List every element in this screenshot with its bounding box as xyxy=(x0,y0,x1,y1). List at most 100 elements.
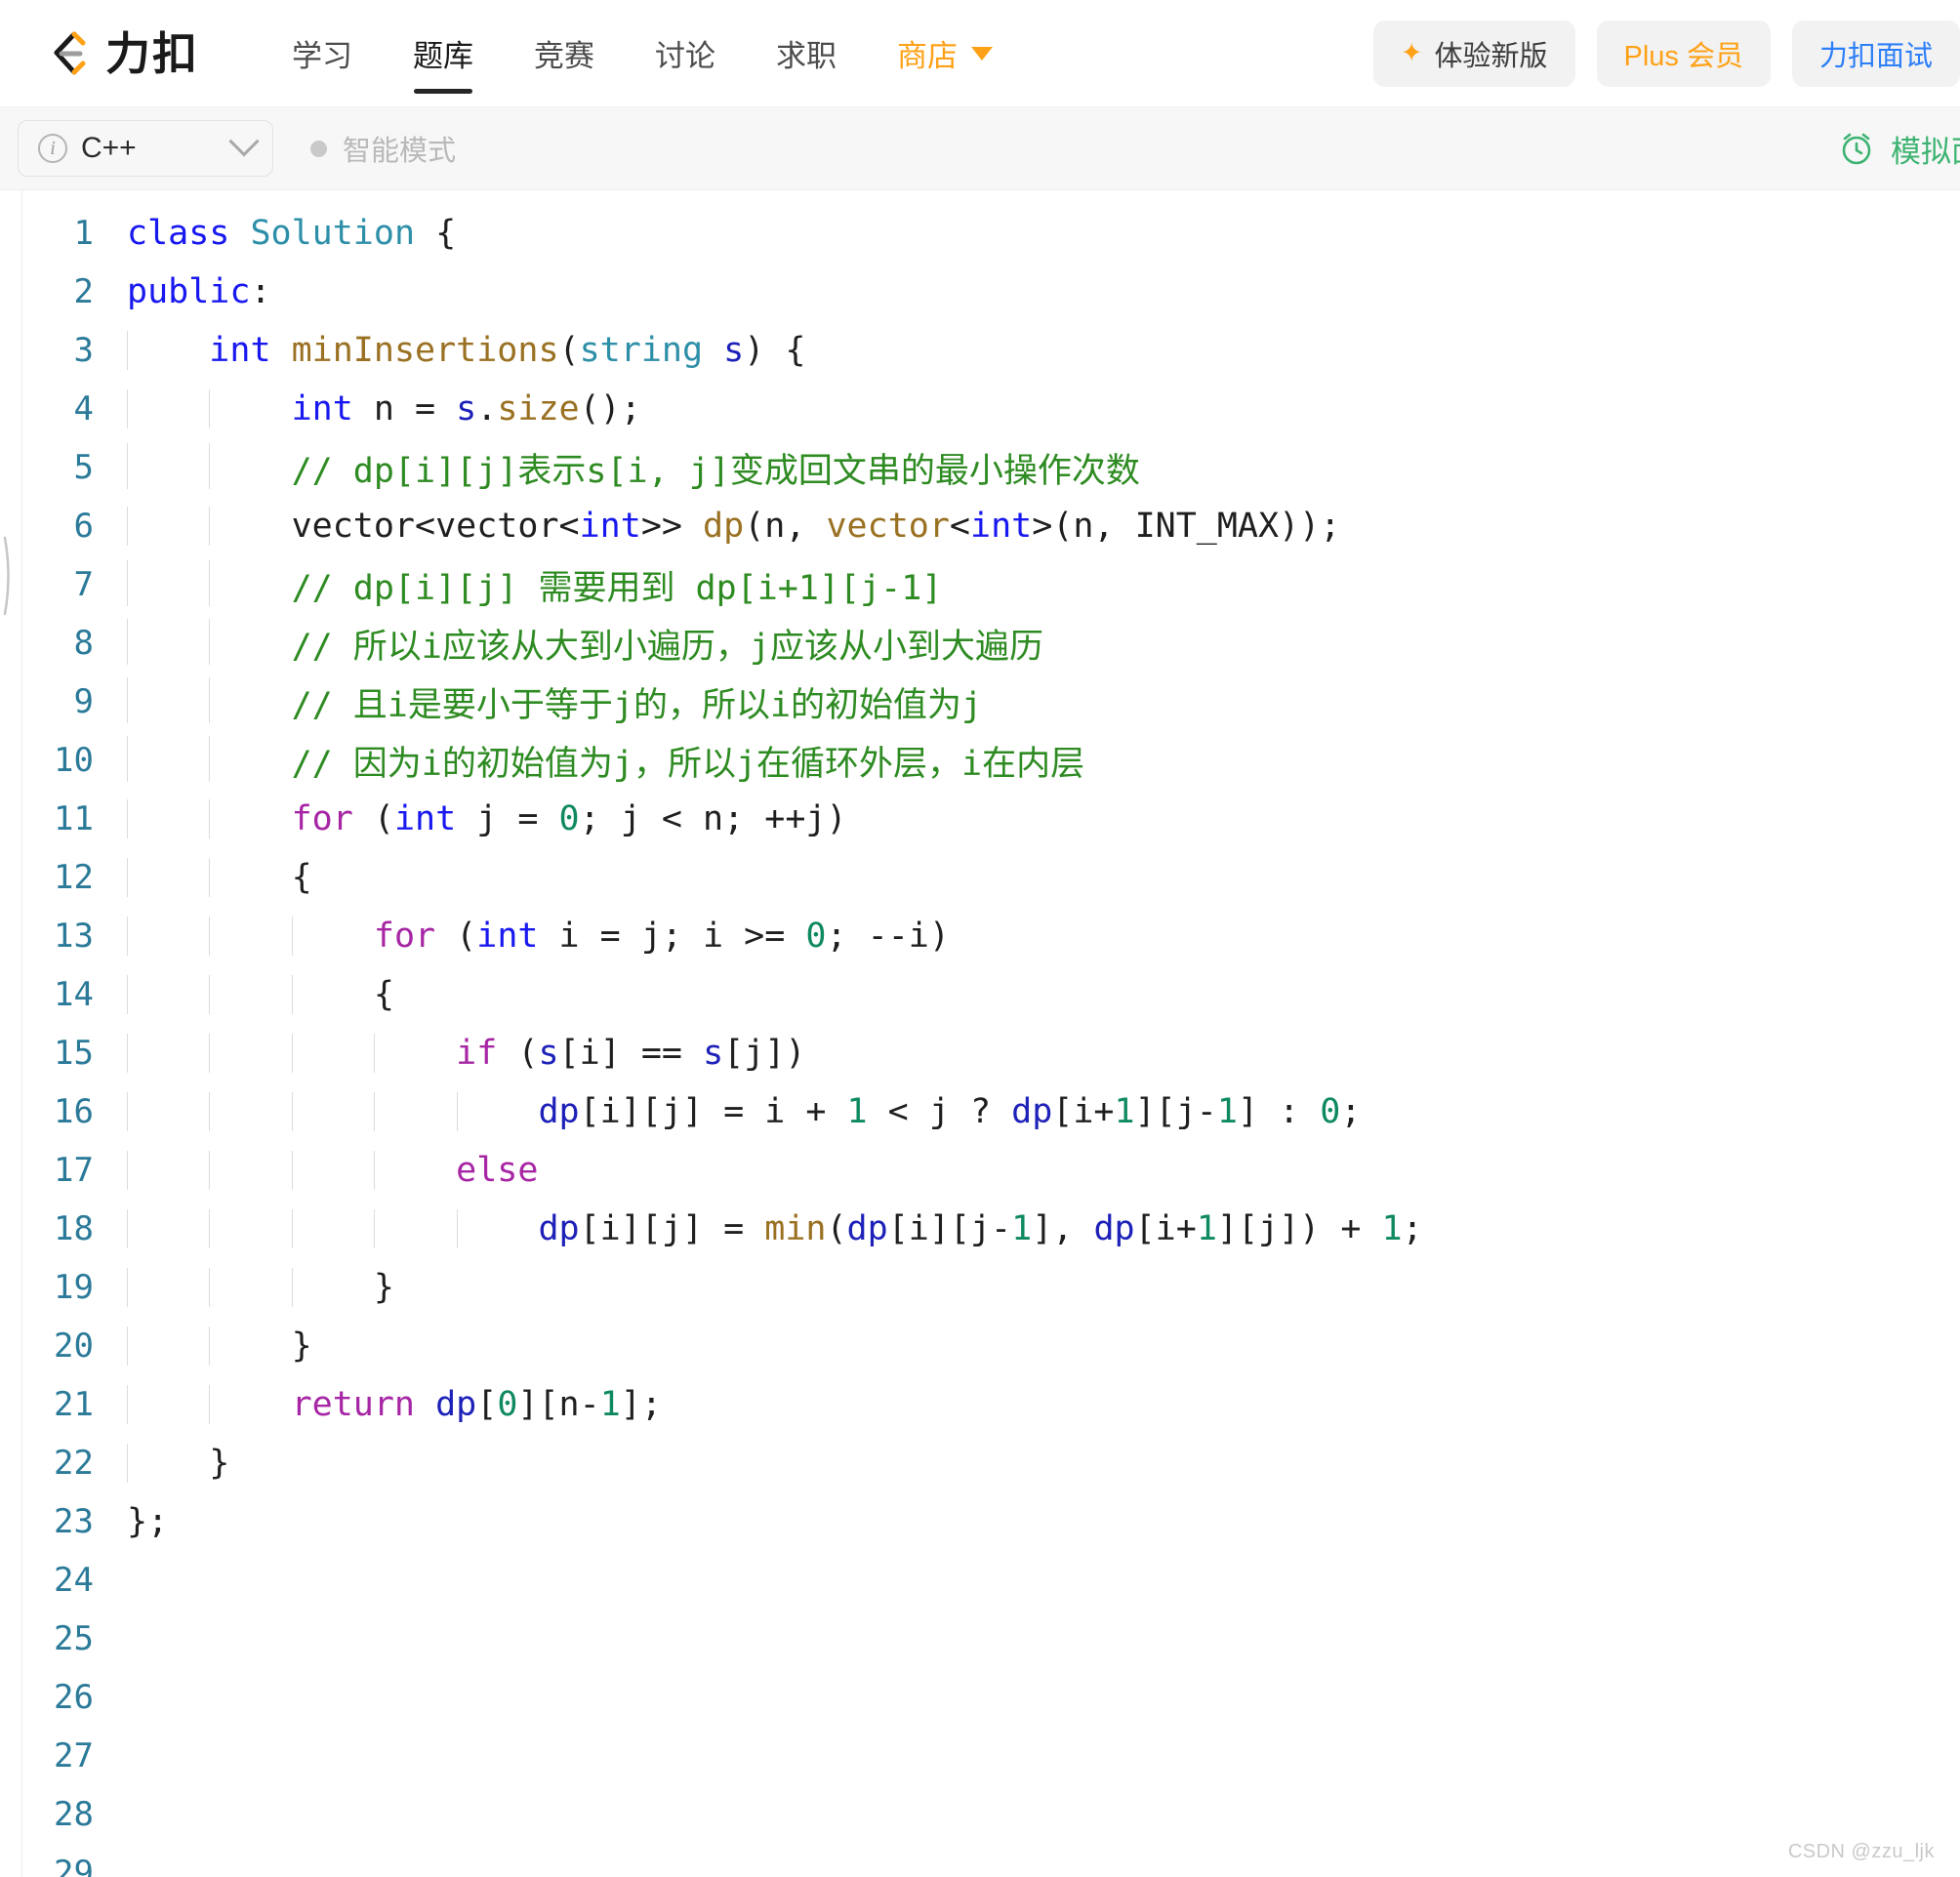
language-selector[interactable]: i C++ xyxy=(18,120,273,177)
code-token: return xyxy=(291,1385,416,1424)
code-line[interactable]: 3 int minInsertions(string s) { xyxy=(0,321,1960,380)
nav-item-store[interactable]: 商店 xyxy=(867,0,1023,107)
code-editor[interactable]: 1 class Solution { 2 public: 3 int minInsert… xyxy=(0,190,1960,1877)
indent-guide xyxy=(374,1209,376,1248)
code-line-text: // dp[i][j] 需要用到 dp[i+1][j-1] xyxy=(117,559,1960,610)
code-token: >(n, INT_MAX)); xyxy=(1032,507,1341,546)
line-number: 10 xyxy=(54,741,94,780)
code-line-text: int n = s.size(); xyxy=(117,389,1960,428)
code-line-text: class Solution { xyxy=(117,214,1960,253)
code-line[interactable]: 11 for (int j = 0; j < n; ++j) xyxy=(0,790,1960,848)
code-line[interactable]: 9 // 且i是要小于等于j的，所以i的初始值为j xyxy=(0,673,1960,731)
code-token: dp xyxy=(846,1209,888,1248)
code-token: int xyxy=(476,917,539,956)
code-line[interactable]: 7 // dp[i][j] 需要用到 dp[i+1][j-1] xyxy=(0,555,1960,614)
code-token: // dp[i][j] 需要用到 dp[i+1][j-1] xyxy=(291,568,943,608)
code-lines[interactable]: 1 class Solution { 2 public: 3 int minInsert… xyxy=(0,190,1960,1877)
code-line[interactable]: 18 dp[i][j] = min(dp[i][j-1], dp[i+1][j]… xyxy=(0,1200,1960,1258)
code-line[interactable]: 14 { xyxy=(0,965,1960,1024)
indent-guide xyxy=(291,975,293,1014)
code-line[interactable]: 17 else xyxy=(0,1141,1960,1200)
code-line[interactable]: 26 xyxy=(0,1668,1960,1727)
code-line[interactable]: 13 for (int i = j; i >= 0; --i) xyxy=(0,907,1960,965)
code-token: // 因为i的初始值为j，所以j在循环外层，i在内层 xyxy=(291,744,1085,784)
line-number: 16 xyxy=(54,1092,94,1131)
chevron-right-handle-icon[interactable] xyxy=(0,522,18,630)
nav-item-store-label: 商店 xyxy=(897,39,958,73)
line-number: 8 xyxy=(73,624,94,663)
line-number: 21 xyxy=(54,1385,94,1424)
chevron-down-icon xyxy=(971,46,993,61)
code-line[interactable]: 22 } xyxy=(0,1434,1960,1492)
code-token: 1 xyxy=(1381,1209,1403,1248)
nav-item-jobs[interactable]: 求职 xyxy=(746,0,867,107)
code-line[interactable]: 20 } xyxy=(0,1317,1960,1375)
code-token: string xyxy=(579,331,704,370)
indent-guide xyxy=(209,1151,211,1190)
code-line[interactable]: 21 return dp[0][n-1]; xyxy=(0,1375,1960,1434)
line-number: 5 xyxy=(73,448,94,487)
indent-guide xyxy=(209,1209,211,1248)
line-number: 9 xyxy=(73,682,94,721)
nav-item-study[interactable]: 学习 xyxy=(262,0,383,107)
code-line[interactable]: 2 public: xyxy=(0,263,1960,321)
code-line[interactable]: 5 // dp[i][j]表示s[i, j]变成回文串的最小操作次数 xyxy=(0,438,1960,497)
indent-guide xyxy=(127,1151,128,1190)
indent-guide xyxy=(127,1268,128,1307)
nav-item-problems[interactable]: 题库 xyxy=(383,0,504,107)
code-token: vector xyxy=(826,507,950,546)
code-line[interactable]: 29 xyxy=(0,1844,1960,1877)
code-token: } xyxy=(127,1326,312,1366)
code-line[interactable]: 16 dp[i][j] = i + 1 < j ? dp[i+1][j-1] :… xyxy=(0,1082,1960,1141)
smart-mode-toggle[interactable]: 智能模式 xyxy=(310,128,456,169)
code-token: vector<vector< xyxy=(291,507,580,546)
code-token: . xyxy=(476,389,498,428)
indent-guide xyxy=(209,858,211,897)
brand-name: 力扣 xyxy=(105,27,199,79)
indent-guide xyxy=(291,1209,293,1248)
code-line-text: } xyxy=(117,1268,1960,1307)
code-token: }; xyxy=(127,1502,169,1541)
brand-logo[interactable]: 力扣 xyxy=(45,27,199,80)
indent-guide xyxy=(209,389,211,428)
leetcode-interview-button[interactable]: 力扣面试 xyxy=(1791,20,1960,87)
indent-guide xyxy=(127,858,128,897)
indent-guide xyxy=(209,442,211,489)
code-line[interactable]: 27 xyxy=(0,1727,1960,1785)
code-line[interactable]: 6 vector<vector<int>> dp(n, vector<int>(… xyxy=(0,497,1960,555)
code-line[interactable]: 10 // 因为i的初始值为j，所以j在循环外层，i在内层 xyxy=(0,731,1960,790)
try-new-version-button[interactable]: ✦ 体验新版 xyxy=(1372,20,1575,87)
code-line-text: // 且i是要小于等于j的，所以i的初始值为j xyxy=(117,676,1960,727)
code-token: ; xyxy=(1340,1092,1362,1131)
code-line[interactable]: 4 int n = s.size(); xyxy=(0,380,1960,438)
code-line[interactable]: 24 xyxy=(0,1551,1960,1610)
code-line[interactable]: 15 if (s[i] == s[j]) xyxy=(0,1024,1960,1082)
line-number: 11 xyxy=(54,799,94,838)
code-token: for xyxy=(291,799,353,838)
indent-guide xyxy=(127,507,128,546)
code-token: < xyxy=(949,507,970,546)
code-line[interactable]: 1 class Solution { xyxy=(0,204,1960,263)
code-token: s xyxy=(538,1034,559,1073)
code-line[interactable]: 19 } xyxy=(0,1258,1960,1317)
line-number: 1 xyxy=(73,214,94,253)
code-line[interactable]: 12 { xyxy=(0,848,1960,907)
code-line[interactable]: 23}; xyxy=(0,1492,1960,1551)
mock-interview-button[interactable]: 模拟面 xyxy=(1838,127,1960,171)
code-line[interactable]: 25 xyxy=(0,1610,1960,1668)
nav-item-contest[interactable]: 竞赛 xyxy=(504,0,625,107)
code-token: } xyxy=(127,1268,394,1307)
indent-guide xyxy=(209,799,211,838)
nav-item-discuss[interactable]: 讨论 xyxy=(625,0,746,107)
language-selector-value: C++ xyxy=(81,132,137,164)
code-line[interactable]: 8 // 所以i应该从大到小遍历，j应该从小到大遍历 xyxy=(0,614,1960,673)
indent-guide xyxy=(456,1092,458,1131)
code-line[interactable]: 28 xyxy=(0,1785,1960,1844)
smart-mode-label: 智能模式 xyxy=(343,136,457,167)
code-token: else xyxy=(456,1151,539,1190)
plus-membership-button[interactable]: Plus 会员 xyxy=(1596,20,1771,87)
indent-guide xyxy=(209,676,211,723)
code-token: ], xyxy=(1032,1209,1094,1248)
